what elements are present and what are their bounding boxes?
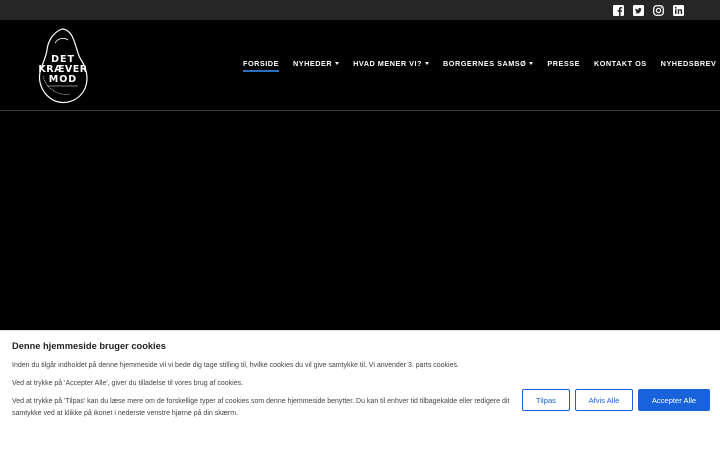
nav-item-borgernes-samso[interactable]: BORGERNES SAMSØ (436, 53, 540, 72)
cookie-text-intro: Inden du tilgår indholdet på denne hjemm… (12, 362, 459, 369)
facebook-icon[interactable] (613, 4, 624, 16)
instagram-icon[interactable] (653, 4, 664, 16)
site-logo[interactable]: DET KRÆVER MOD (34, 26, 92, 106)
cookie-text-accept-info: Ved at trykke på 'Accepter Alle', giver … (12, 380, 244, 387)
cookie-text-customize-info: Ved at trykke på 'Tilpas' kan du læse me… (12, 398, 510, 417)
logo-text-mod: MOD (49, 74, 77, 85)
nav-item-nyhedsbrev[interactable]: NYHEDSBREV (654, 53, 720, 72)
nav-label: NYHEDSBREV (660, 59, 717, 68)
accept-all-button[interactable]: Accepter Alle (638, 389, 710, 411)
nav-label: HVAD MENER VI? (353, 59, 423, 68)
customize-button[interactable]: Tilpas (522, 389, 570, 411)
nav-label: KONTAKT OS (593, 59, 647, 68)
nav-item-hvad-mener-vi[interactable]: HVAD MENER VI? (346, 53, 436, 72)
cookie-title: Denne hjemmeside bruger cookies (12, 341, 166, 351)
cookie-consent-banner: Denne hjemmeside bruger cookies Inden du… (0, 330, 720, 450)
site-header: DET KRÆVER MOD FORSIDE NYHEDER HVAD MENE… (0, 20, 720, 111)
caret-down-icon (425, 62, 430, 65)
top-social-bar (0, 0, 720, 20)
nav-label: PRESSE (547, 59, 580, 68)
nav-item-presse[interactable]: PRESSE (540, 53, 587, 72)
nav-item-kontakt-os[interactable]: KONTAKT OS (587, 53, 654, 72)
main-navigation: FORSIDE NYHEDER HVAD MENER VI? BORGERNES… (236, 53, 720, 75)
nav-item-forside[interactable]: FORSIDE (236, 53, 286, 72)
hero-area (0, 112, 720, 330)
twitter-icon[interactable] (633, 4, 644, 16)
caret-down-icon (529, 62, 534, 65)
linkedin-icon[interactable] (673, 4, 684, 16)
reject-all-button[interactable]: Afvis Alle (575, 389, 633, 411)
nav-label: BORGERNES SAMSØ (443, 59, 527, 68)
nav-label: FORSIDE (243, 59, 279, 68)
cookie-button-group: Tilpas Afvis Alle Accepter Alle (522, 389, 710, 411)
nav-label: NYHEDER (292, 59, 333, 68)
nav-item-nyheder[interactable]: NYHEDER (286, 53, 346, 72)
caret-down-icon (335, 62, 340, 65)
